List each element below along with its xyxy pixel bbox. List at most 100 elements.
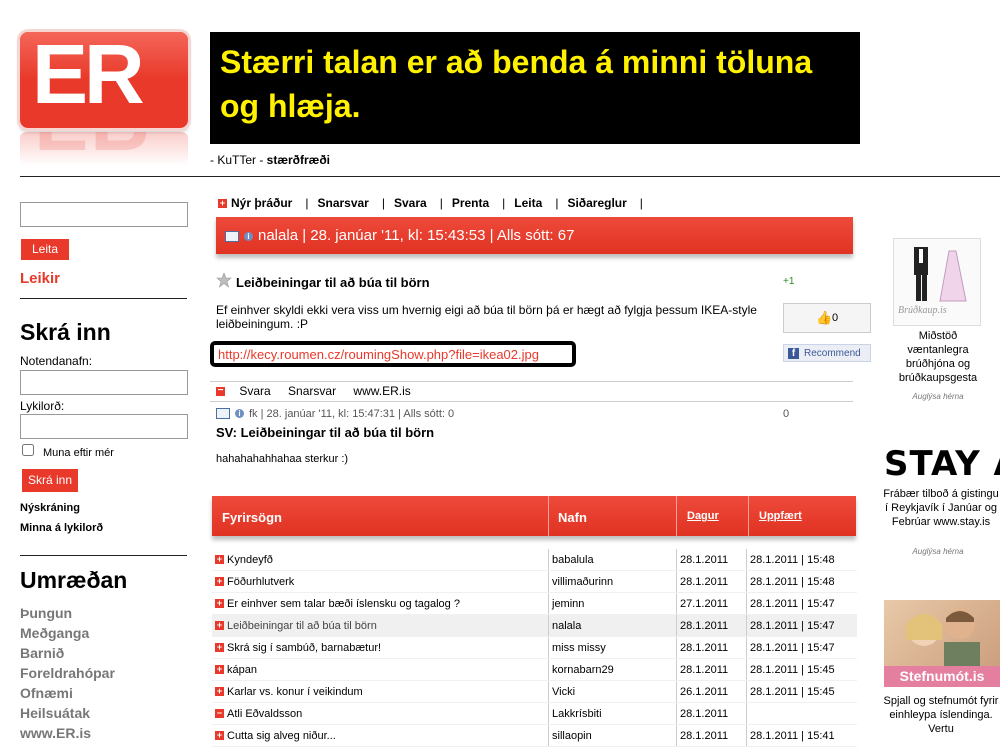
search-button[interactable]: Leita <box>21 239 69 260</box>
login-heading: Skrá inn <box>20 319 111 345</box>
topic-name: babalula <box>548 549 677 571</box>
table-row[interactable]: + Er einhver sem talar bæði íslensku og t… <box>212 592 857 615</box>
category-link[interactable]: Ofnæmi <box>20 685 73 701</box>
topic-date: 28.1.2011 <box>676 614 747 637</box>
table-row[interactable]: + Karlar vs. konur í veikindum Vicki 26.1… <box>212 680 857 703</box>
table-row[interactable]: − Atli Eðvaldsson Lakkrísbiti 28.1.2011 <box>212 702 857 725</box>
ad-image-dating[interactable]: Stefnumót.is <box>884 600 1000 687</box>
post-link[interactable]: http://kecy.roumen.cz/roumingShow.php?fi… <box>218 347 539 362</box>
toolbar-rules[interactable]: Siðareglur <box>567 196 626 210</box>
expand-icon[interactable]: + <box>215 687 224 697</box>
toolbar-quick-reply[interactable]: Snarsvar <box>317 196 368 210</box>
reply-mail-icon[interactable] <box>216 408 230 419</box>
star-icon[interactable] <box>216 272 232 288</box>
login-button[interactable]: Skrá inn <box>22 469 78 492</box>
topic-subject-cell[interactable]: + Skrá sig í sambúð, barnabætur! <box>212 636 549 659</box>
site-logo[interactable]: ER <box>20 32 188 128</box>
action-quick-reply[interactable]: Snarsvar <box>288 384 336 398</box>
topic-date: 28.1.2011 <box>676 636 747 659</box>
post-body: Ef einhver skyldi ekki vera viss um hver… <box>216 303 757 331</box>
topic-name: jeminn <box>548 592 677 615</box>
ad-text[interactable]: Frábær tilboð á gistingu í Reykjavík í J… <box>882 487 1000 529</box>
plus-one-count[interactable]: +1 <box>783 276 794 287</box>
header-date-sort[interactable]: Dagur <box>687 510 719 522</box>
password-field[interactable] <box>20 414 188 439</box>
topic-subject[interactable]: kápan <box>227 664 257 676</box>
username-field[interactable] <box>20 370 188 395</box>
table-row[interactable]: + kápan kornabarn29 28.1.2011 28.1.2011 |… <box>212 658 857 681</box>
toolbar-reply[interactable]: Svara <box>394 196 427 210</box>
topic-subject-cell[interactable]: + Leiðbeiningar til að búa til börn <box>212 614 549 637</box>
topic-subject-cell[interactable]: − Atli Eðvaldsson <box>212 702 549 725</box>
expand-icon[interactable]: + <box>215 621 224 631</box>
info-icon[interactable]: i <box>244 232 253 241</box>
ad-text[interactable]: Spjall og stefnumót fyrir einhleypa ísle… <box>882 694 1000 736</box>
toolbar-print[interactable]: Prenta <box>452 196 489 210</box>
reply-count: 0 <box>783 408 790 420</box>
category-link[interactable]: Meðganga <box>20 625 89 641</box>
stay-logo: STAY AP <box>884 446 1000 481</box>
topic-subject-cell[interactable]: + Er einhver sem talar bæði íslensku og t… <box>212 592 549 615</box>
topic-updated: 28.1.2011 | 15:41 <box>746 724 857 747</box>
expand-icon[interactable]: + <box>215 555 224 565</box>
header-separator <box>548 496 549 536</box>
table-row[interactable]: + Kyndeyfð babalula 28.1.2011 28.1.2011 |… <box>212 549 857 571</box>
topic-subject[interactable]: Skrá sig í sambúð, barnabætur! <box>227 642 381 654</box>
topic-subject-cell[interactable]: + Föðurhlutverk <box>212 570 549 593</box>
topic-subject[interactable]: Atli Eðvaldsson <box>227 708 302 720</box>
header-updated-sort[interactable]: Uppfært <box>759 510 802 522</box>
register-link[interactable]: Nýskráning <box>20 502 80 514</box>
table-row[interactable]: + Föðurhlutverk villimaðurinn 28.1.2011 2… <box>212 570 857 593</box>
action-er-link[interactable]: www.ER.is <box>353 384 410 398</box>
category-link[interactable]: Heilsuátak <box>20 705 90 721</box>
topic-subject[interactable]: Er einhver sem talar bæði íslensku og ta… <box>227 598 460 610</box>
toolbar-search[interactable]: Leita <box>514 196 542 210</box>
collapse-icon[interactable]: − <box>215 709 224 719</box>
quote-author-name: - KuTTer - <box>210 153 267 167</box>
search-input[interactable] <box>20 202 188 227</box>
expand-icon[interactable]: + <box>215 731 224 741</box>
header-subject: Fyrirsögn <box>222 510 282 525</box>
topic-subject-cell[interactable]: + kápan <box>212 658 549 681</box>
expand-icon[interactable]: + <box>215 665 224 675</box>
topic-date: 28.1.2011 <box>676 724 747 747</box>
post-actions: − Svara Snarsvar www.ER.is <box>216 384 411 398</box>
topic-subject[interactable]: Leiðbeiningar til að búa til börn <box>227 620 377 632</box>
ad-sub[interactable]: Auglýsa hérna <box>888 390 988 404</box>
toolbar-new-thread[interactable]: Nýr þráður <box>231 196 292 210</box>
recommend-button[interactable]: f Recommend <box>783 344 871 362</box>
topic-name: Lakkrísbiti <box>548 702 677 725</box>
topic-subject[interactable]: Cutta sig alveg niður... <box>227 730 336 742</box>
table-row[interactable]: + Skrá sig í sambúð, barnabætur! miss mis… <box>212 636 857 659</box>
topic-date: 28.1.2011 <box>676 549 747 571</box>
topic-subject-cell[interactable]: + Cutta sig alveg niður... <box>212 724 549 747</box>
expand-icon[interactable]: + <box>215 599 224 609</box>
category-link[interactable]: Barnið <box>20 645 64 661</box>
reply-info-icon[interactable]: i <box>235 409 244 418</box>
topic-subject[interactable]: Karlar vs. konur í veikindum <box>227 686 363 698</box>
topic-subject-cell[interactable]: + Karlar vs. konur í veikindum <box>212 680 549 703</box>
ad-image-wedding[interactable]: Brúðkaup.is <box>893 238 981 326</box>
table-row[interactable]: + Leiðbeiningar til að búa til börn nalal… <box>212 614 857 637</box>
category-link[interactable]: Þungun <box>20 605 72 621</box>
remember-checkbox[interactable] <box>22 444 34 456</box>
topic-subject[interactable]: Kyndeyfð <box>227 554 273 566</box>
ad-image-stay[interactable]: STAY AP <box>884 446 1000 481</box>
expand-icon[interactable]: + <box>215 577 224 587</box>
mail-icon[interactable] <box>225 231 239 242</box>
expand-icon[interactable]: + <box>215 643 224 653</box>
category-link[interactable]: Foreldrahópar <box>20 665 115 681</box>
games-link[interactable]: Leikir <box>20 270 60 287</box>
category-link[interactable]: www.ER.is <box>20 725 91 741</box>
action-reply[interactable]: Svara <box>239 384 270 398</box>
like-box[interactable]: 👍 0 <box>783 303 871 333</box>
collapse-icon[interactable]: − <box>216 386 225 397</box>
topic-subject-cell[interactable]: + Kyndeyfð <box>212 549 549 571</box>
ad-text[interactable]: Miðstöð væntanlegra brúðhjóna og brúðkau… <box>888 329 988 385</box>
forgot-password-link[interactable]: Minna á lykilorð <box>20 522 103 534</box>
topic-subject[interactable]: Föðurhlutverk <box>227 576 294 588</box>
ad-sub[interactable]: Auglýsa hérna <box>888 545 988 559</box>
new-thread-icon: + <box>218 198 227 209</box>
table-row[interactable]: + Cutta sig alveg niður... sillaopin 28.1… <box>212 724 857 747</box>
username-label: Notendanafn: <box>20 354 93 368</box>
